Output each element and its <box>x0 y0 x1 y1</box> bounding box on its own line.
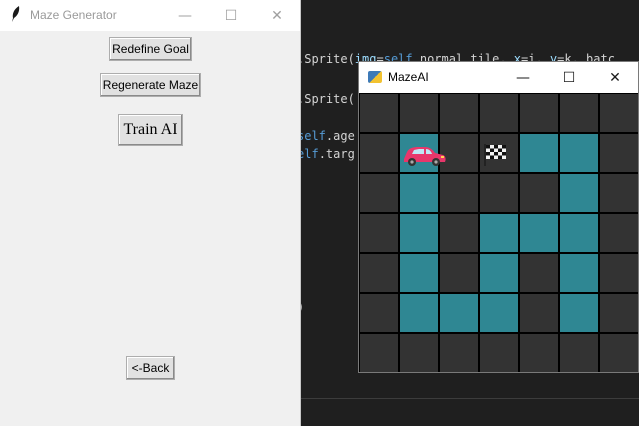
code-line-4: elf.targ <box>297 147 355 161</box>
maze-path-cell <box>560 134 598 172</box>
maze-wall-cell <box>520 334 558 372</box>
maze-wall-cell <box>600 214 638 252</box>
generator-titlebar[interactable]: Maze Generator — ☐ ✕ <box>0 0 300 31</box>
maze-wall-cell <box>400 94 438 132</box>
maze-path-cell <box>400 214 438 252</box>
maze-wall-cell <box>480 94 518 132</box>
maze-path-cell <box>520 214 558 252</box>
maze-path-cell <box>520 134 558 172</box>
maze-path-cell <box>480 214 518 252</box>
close-button[interactable]: ✕ <box>592 62 638 93</box>
maze-path-cell <box>440 294 478 332</box>
maze-wall-cell <box>560 334 598 372</box>
maze-wall-cell <box>600 174 638 212</box>
maze-wall-cell <box>600 254 638 292</box>
maze-wall-cell <box>440 174 478 212</box>
maze-path-cell <box>560 174 598 212</box>
maze-path-cell <box>560 294 598 332</box>
maze-wall-cell <box>440 134 478 172</box>
maze-wall-cell <box>440 334 478 372</box>
maze-wall-cell <box>400 334 438 372</box>
maximize-button[interactable]: ☐ <box>546 62 592 93</box>
mazeai-window-title: MazeAI <box>388 70 429 84</box>
maze-wall-cell <box>520 94 558 132</box>
maze-wall-cell <box>360 134 398 172</box>
code-line-3: self.age <box>297 129 355 143</box>
maze-wall-cell <box>360 214 398 252</box>
maze-path-cell <box>480 254 518 292</box>
maze-wall-cell <box>600 334 638 372</box>
mazeai-titlebar[interactable]: MazeAI — ☐ ✕ <box>359 62 638 93</box>
maze-wall-cell <box>360 254 398 292</box>
maze-wall-cell <box>600 134 638 172</box>
maze-wall-cell <box>440 254 478 292</box>
maze-wall-cell <box>440 214 478 252</box>
maze-wall-cell <box>560 94 598 132</box>
maze-path-cell <box>560 254 598 292</box>
maze-path-cell <box>400 174 438 212</box>
maze-wall-cell <box>520 174 558 212</box>
train-ai-button[interactable]: Train AI <box>118 114 183 146</box>
editor-divider <box>300 398 639 399</box>
maze-wall-cell <box>520 294 558 332</box>
generator-window-title: Maze Generator <box>30 8 117 22</box>
minimize-button[interactable]: — <box>500 62 546 93</box>
feather-icon <box>11 6 21 26</box>
python-app-icon <box>368 71 382 83</box>
close-button[interactable]: ✕ <box>254 0 300 31</box>
maze-wall-cell <box>360 334 398 372</box>
maze-generator-window: Maze Generator — ☐ ✕ Redefine Goal Regen… <box>0 0 301 426</box>
back-button[interactable]: <-Back <box>126 356 175 380</box>
maze-wall-cell <box>360 174 398 212</box>
maze-wall-cell <box>480 334 518 372</box>
maze-wall-cell <box>480 174 518 212</box>
maze-wall-cell <box>600 294 638 332</box>
maze-wall-cell <box>360 94 398 132</box>
maze-path-cell <box>400 294 438 332</box>
redefine-goal-button[interactable]: Redefine Goal <box>109 37 192 61</box>
maze-path-cell <box>400 254 438 292</box>
maze-wall-cell <box>360 294 398 332</box>
maze-path-cell <box>560 214 598 252</box>
maze-wall-cell <box>600 94 638 132</box>
maze-grid <box>359 93 638 372</box>
maze-wall-cell <box>440 94 478 132</box>
maximize-button[interactable]: ☐ <box>208 0 254 31</box>
regenerate-maze-button[interactable]: Regenerate Maze <box>100 73 201 97</box>
code-line-2: .Sprite( <box>297 92 355 106</box>
mazeai-window: MazeAI — ☐ ✕ <box>358 61 639 373</box>
maze-wall-cell <box>520 254 558 292</box>
maze-path-cell <box>480 294 518 332</box>
minimize-button[interactable]: — <box>162 0 208 31</box>
